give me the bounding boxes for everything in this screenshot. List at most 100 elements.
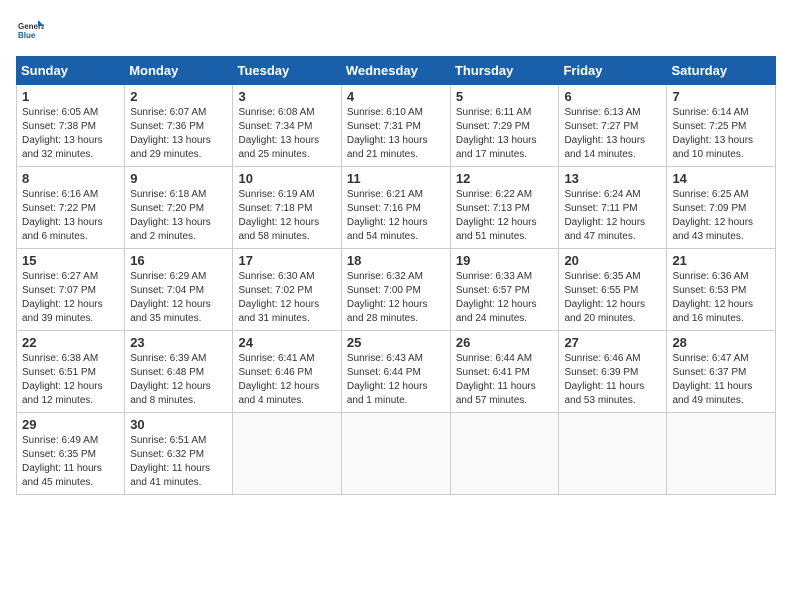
day-cell: 1 Sunrise: 6:05 AM Sunset: 7:38 PM Daylig… — [17, 85, 125, 167]
day-cell: 9Sunrise: 6:18 AM Sunset: 7:20 PM Daylig… — [125, 167, 233, 249]
calendar-table: SundayMondayTuesdayWednesdayThursdayFrid… — [16, 56, 776, 495]
week-row-3: 15 Sunrise: 6:27 AM Sunset: 7:07 PM Dayli… — [17, 249, 776, 331]
day-info: Sunrise: 6:19 AM Sunset: 7:18 PM Dayligh… — [238, 188, 335, 244]
day-cell — [233, 413, 341, 495]
day-cell: 18 Sunrise: 6:32 AM Sunset: 7:00 PM Dayli… — [341, 249, 450, 331]
week-row-4: 22Sunrise: 6:38 AM Sunset: 6:51 PM Dayli… — [17, 331, 776, 413]
day-number: 6 — [564, 89, 661, 104]
day-number: 8 — [22, 171, 119, 186]
day-number: 3 — [238, 89, 335, 104]
day-cell: 11 Sunrise: 6:21 AM Sunset: 7:16 PM Dayli… — [341, 167, 450, 249]
day-cell: 4Sunrise: 6:10 AM Sunset: 7:31 PM Daylig… — [341, 85, 450, 167]
day-cell: 29 Sunrise: 6:49 AM Sunset: 6:35 PM Dayli… — [17, 413, 125, 495]
column-header-sunday: Sunday — [17, 57, 125, 85]
day-info: Sunrise: 6:08 AM Sunset: 7:34 PM Dayligh… — [238, 106, 335, 162]
day-info: Sunrise: 6:43 AM Sunset: 6:44 PM Dayligh… — [347, 352, 445, 408]
day-cell: 17 Sunrise: 6:30 AM Sunset: 7:02 PM Dayli… — [233, 249, 341, 331]
column-header-saturday: Saturday — [667, 57, 776, 85]
day-info: Sunrise: 6:44 AM Sunset: 6:41 PM Dayligh… — [456, 352, 554, 408]
day-number: 23 — [130, 335, 227, 350]
day-cell: 15 Sunrise: 6:27 AM Sunset: 7:07 PM Dayli… — [17, 249, 125, 331]
day-info: Sunrise: 6:13 AM Sunset: 7:27 PM Dayligh… — [564, 106, 661, 162]
day-cell: 16 Sunrise: 6:29 AM Sunset: 7:04 PM Dayli… — [125, 249, 233, 331]
day-cell: 13Sunrise: 6:24 AM Sunset: 7:11 PM Dayli… — [559, 167, 667, 249]
day-number: 11 — [347, 171, 445, 186]
day-info: Sunrise: 6:29 AM Sunset: 7:04 PM Dayligh… — [130, 270, 227, 326]
day-info: Sunrise: 6:14 AM Sunset: 7:25 PM Dayligh… — [672, 106, 770, 162]
day-cell: 12 Sunrise: 6:22 AM Sunset: 7:13 PM Dayli… — [450, 167, 559, 249]
day-number: 1 — [22, 89, 119, 104]
day-number: 10 — [238, 171, 335, 186]
day-info: Sunrise: 6:25 AM Sunset: 7:09 PM Dayligh… — [672, 188, 770, 244]
day-number: 20 — [564, 253, 661, 268]
column-header-tuesday: Tuesday — [233, 57, 341, 85]
day-number: 19 — [456, 253, 554, 268]
day-cell: 25 Sunrise: 6:43 AM Sunset: 6:44 PM Dayli… — [341, 331, 450, 413]
day-info: Sunrise: 6:30 AM Sunset: 7:02 PM Dayligh… — [238, 270, 335, 326]
day-number: 7 — [672, 89, 770, 104]
day-cell: 30Sunrise: 6:51 AM Sunset: 6:32 PM Dayli… — [125, 413, 233, 495]
day-number: 15 — [22, 253, 119, 268]
day-number: 14 — [672, 171, 770, 186]
day-info: Sunrise: 6:33 AM Sunset: 6:57 PM Dayligh… — [456, 270, 554, 326]
day-info: Sunrise: 6:32 AM Sunset: 7:00 PM Dayligh… — [347, 270, 445, 326]
day-info: Sunrise: 6:11 AM Sunset: 7:29 PM Dayligh… — [456, 106, 554, 162]
day-number: 22 — [22, 335, 119, 350]
day-info: Sunrise: 6:05 AM Sunset: 7:38 PM Dayligh… — [22, 106, 119, 162]
day-number: 26 — [456, 335, 554, 350]
day-cell — [450, 413, 559, 495]
column-header-friday: Friday — [559, 57, 667, 85]
logo: General Blue — [16, 16, 48, 44]
day-info: Sunrise: 6:24 AM Sunset: 7:11 PM Dayligh… — [564, 188, 661, 244]
week-row-1: 1 Sunrise: 6:05 AM Sunset: 7:38 PM Daylig… — [17, 85, 776, 167]
day-number: 4 — [347, 89, 445, 104]
day-info: Sunrise: 6:35 AM Sunset: 6:55 PM Dayligh… — [564, 270, 661, 326]
day-info: Sunrise: 6:22 AM Sunset: 7:13 PM Dayligh… — [456, 188, 554, 244]
day-number: 9 — [130, 171, 227, 186]
day-cell: 3 Sunrise: 6:08 AM Sunset: 7:34 PM Daylig… — [233, 85, 341, 167]
day-number: 12 — [456, 171, 554, 186]
day-cell: 7 Sunrise: 6:14 AM Sunset: 7:25 PM Daylig… — [667, 85, 776, 167]
column-header-wednesday: Wednesday — [341, 57, 450, 85]
day-info: Sunrise: 6:46 AM Sunset: 6:39 PM Dayligh… — [564, 352, 661, 408]
svg-text:Blue: Blue — [18, 31, 36, 40]
day-cell: 28 Sunrise: 6:47 AM Sunset: 6:37 PM Dayli… — [667, 331, 776, 413]
week-row-5: 29 Sunrise: 6:49 AM Sunset: 6:35 PM Dayli… — [17, 413, 776, 495]
day-number: 16 — [130, 253, 227, 268]
day-number: 18 — [347, 253, 445, 268]
day-info: Sunrise: 6:36 AM Sunset: 6:53 PM Dayligh… — [672, 270, 770, 326]
day-cell: 22Sunrise: 6:38 AM Sunset: 6:51 PM Dayli… — [17, 331, 125, 413]
day-cell — [559, 413, 667, 495]
day-cell: 2Sunrise: 6:07 AM Sunset: 7:36 PM Daylig… — [125, 85, 233, 167]
day-cell: 21 Sunrise: 6:36 AM Sunset: 6:53 PM Dayli… — [667, 249, 776, 331]
day-number: 29 — [22, 417, 119, 432]
day-info: Sunrise: 6:27 AM Sunset: 7:07 PM Dayligh… — [22, 270, 119, 326]
day-info: Sunrise: 6:16 AM Sunset: 7:22 PM Dayligh… — [22, 188, 119, 244]
day-number: 25 — [347, 335, 445, 350]
day-number: 17 — [238, 253, 335, 268]
day-number: 21 — [672, 253, 770, 268]
day-info: Sunrise: 6:21 AM Sunset: 7:16 PM Dayligh… — [347, 188, 445, 244]
day-number: 27 — [564, 335, 661, 350]
day-cell: 23Sunrise: 6:39 AM Sunset: 6:48 PM Dayli… — [125, 331, 233, 413]
day-number: 28 — [672, 335, 770, 350]
day-cell: 26 Sunrise: 6:44 AM Sunset: 6:41 PM Dayli… — [450, 331, 559, 413]
day-cell: 27 Sunrise: 6:46 AM Sunset: 6:39 PM Dayli… — [559, 331, 667, 413]
day-info: Sunrise: 6:07 AM Sunset: 7:36 PM Dayligh… — [130, 106, 227, 162]
day-cell — [667, 413, 776, 495]
day-cell: 5Sunrise: 6:11 AM Sunset: 7:29 PM Daylig… — [450, 85, 559, 167]
day-cell: 6 Sunrise: 6:13 AM Sunset: 7:27 PM Daylig… — [559, 85, 667, 167]
day-cell: 14 Sunrise: 6:25 AM Sunset: 7:09 PM Dayli… — [667, 167, 776, 249]
day-cell: 8 Sunrise: 6:16 AM Sunset: 7:22 PM Daylig… — [17, 167, 125, 249]
day-info: Sunrise: 6:49 AM Sunset: 6:35 PM Dayligh… — [22, 434, 119, 490]
day-cell: 19 Sunrise: 6:33 AM Sunset: 6:57 PM Dayli… — [450, 249, 559, 331]
day-cell: 10 Sunrise: 6:19 AM Sunset: 7:18 PM Dayli… — [233, 167, 341, 249]
day-number: 24 — [238, 335, 335, 350]
day-cell — [341, 413, 450, 495]
day-info: Sunrise: 6:47 AM Sunset: 6:37 PM Dayligh… — [672, 352, 770, 408]
logo-icon: General Blue — [16, 16, 44, 44]
column-header-monday: Monday — [125, 57, 233, 85]
day-cell: 24Sunrise: 6:41 AM Sunset: 6:46 PM Dayli… — [233, 331, 341, 413]
day-cell: 20 Sunrise: 6:35 AM Sunset: 6:55 PM Dayli… — [559, 249, 667, 331]
column-header-thursday: Thursday — [450, 57, 559, 85]
